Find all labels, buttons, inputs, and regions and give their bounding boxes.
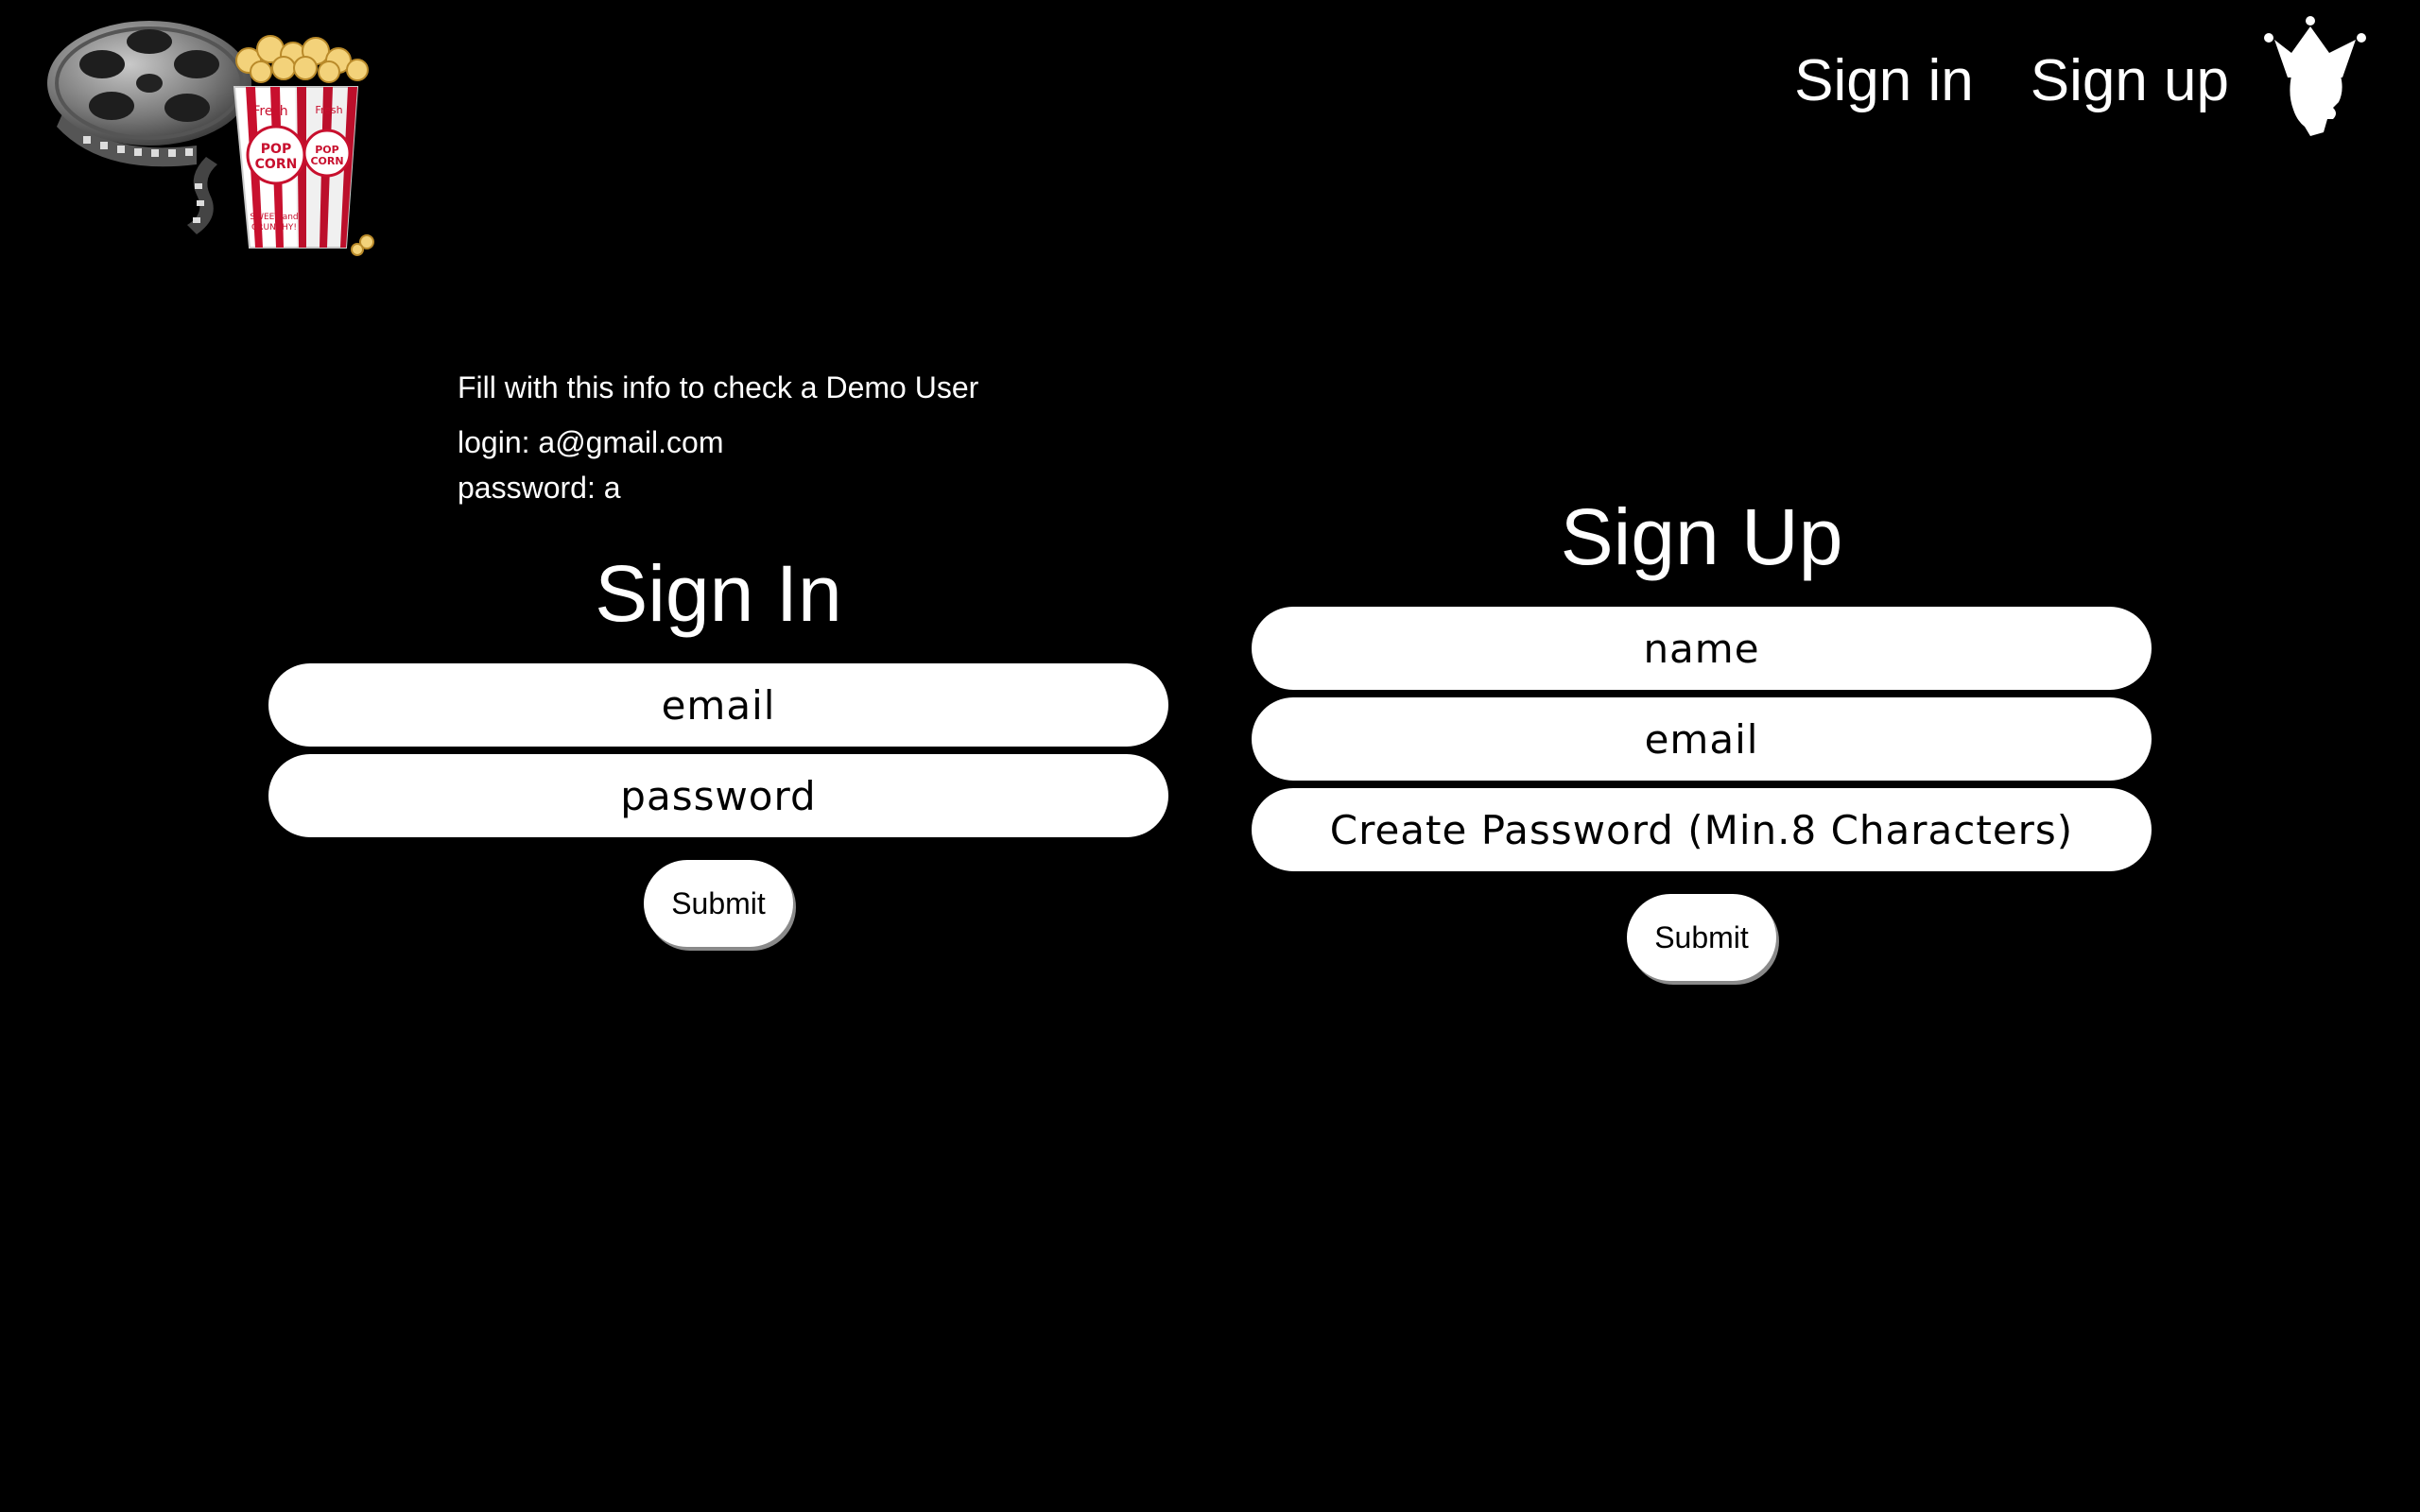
svg-text:SWEET and: SWEET and [250,213,298,222]
sign-in-email-input[interactable] [268,663,1168,747]
demo-login-text: login: a@gmail.com [458,425,724,459]
sign-up-name-input[interactable] [1252,607,2152,690]
sign-up-title: Sign Up [1560,492,1843,581]
sign-up-email-input[interactable] [1252,697,2152,781]
svg-text:Fresh: Fresh [252,104,287,119]
sign-in-form: Sign In Submit [268,544,1168,947]
demo-hint-text: Fill with this info to check a Demo User [458,370,979,404]
nav-sign-up-link[interactable]: Sign up [2031,45,2229,117]
svg-text:CORN: CORN [255,157,298,172]
svg-text:CRUNCHY!: CRUNCHY! [251,223,297,232]
sign-in-password-input[interactable] [268,754,1168,837]
demo-password-text: password: a [458,471,621,505]
nav-sign-in-link[interactable]: Sign in [1794,45,1974,117]
sign-in-title: Sign In [595,549,842,638]
sign-up-password-input[interactable] [1252,788,2152,871]
film-reel-icon [47,21,251,146]
demo-info: Fill with this info to check a Demo User… [458,369,978,514]
sign-up-form: Sign Up Submit [1252,488,2152,981]
top-nav: Sign in Sign up [1794,45,2229,117]
svg-text:CORN: CORN [310,155,343,167]
crown-profile-icon[interactable] [2263,15,2367,136]
popcorn-box-icon: POP CORN POP CORN Fresh Fresh SWEET and … [233,35,374,256]
sign-in-submit-button[interactable]: Submit [644,860,793,947]
svg-text:Fresh: Fresh [315,104,342,116]
sign-up-submit-button[interactable]: Submit [1627,894,1776,981]
page: POP CORN POP CORN Fresh Fresh SWEET and … [0,0,2420,1512]
film-reel-popcorn-logo: POP CORN POP CORN Fresh Fresh SWEET and … [47,21,374,256]
svg-text:POP: POP [261,142,291,157]
